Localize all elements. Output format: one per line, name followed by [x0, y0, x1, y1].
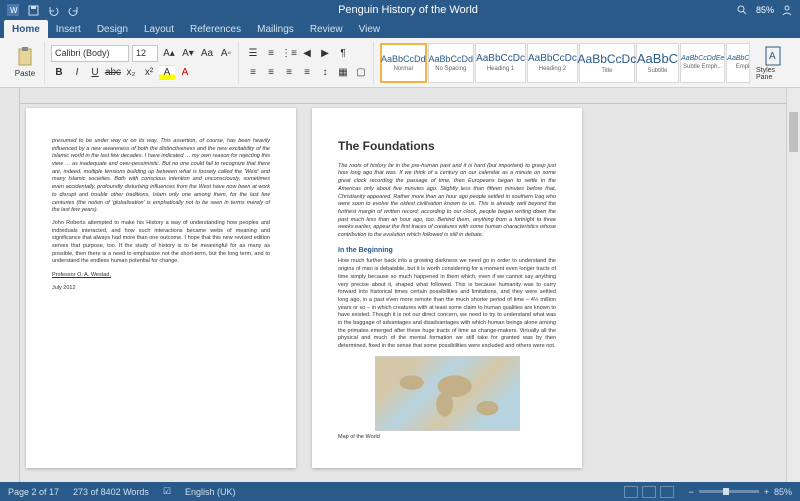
world-map-image [375, 356, 520, 431]
tab-review[interactable]: Review [302, 20, 351, 38]
document-title: Penguin History of the World [80, 4, 736, 16]
word-app-icon: W [6, 3, 20, 17]
bold-button[interactable]: B [51, 65, 67, 81]
print-layout-button[interactable] [642, 486, 656, 498]
style-normal[interactable]: AaBbCcDdNormal [380, 43, 427, 83]
tab-design[interactable]: Design [89, 20, 136, 38]
shading-button[interactable]: ▦ [335, 64, 351, 80]
font-size-select[interactable]: 12 [132, 45, 158, 62]
tab-mailings[interactable]: Mailings [249, 20, 302, 38]
zoom-out-button[interactable]: − [688, 487, 693, 497]
zoom-percent[interactable]: 85% [774, 487, 792, 497]
scrollbar-thumb[interactable] [789, 112, 798, 152]
increase-indent-button[interactable]: ▶ [317, 45, 333, 61]
font-color-button[interactable]: A [177, 65, 193, 81]
document-workspace: presumed to be under way or on its way. … [0, 88, 800, 482]
style-title[interactable]: AaBbCcDcTitle [579, 43, 635, 83]
status-word-count[interactable]: 273 of 8402 Words [73, 487, 149, 497]
signature-date: July 2012 [52, 285, 270, 293]
style-heading-1[interactable]: AaBbCcDcHeading 1 [475, 43, 526, 83]
undo-icon[interactable] [46, 3, 60, 17]
style-subtle-emphasis[interactable]: AaBbCcDdEeSubtle Emph... [680, 43, 725, 83]
svg-text:W: W [10, 6, 18, 15]
search-icon[interactable] [736, 3, 750, 17]
tab-insert[interactable]: Insert [48, 20, 89, 38]
align-center-button[interactable]: ≡ [263, 64, 279, 80]
style-heading-2[interactable]: AaBbCcDcHeading 2 [527, 43, 578, 83]
bullets-button[interactable]: ☰ [245, 45, 261, 61]
status-bar: Page 2 of 17 273 of 8402 Words ☑ English… [0, 482, 800, 501]
styles-gallery: AaBbCcDdNormal AaBbCcDdNo Spacing AaBbCc… [376, 42, 750, 84]
numbering-button[interactable]: ≡ [263, 45, 279, 61]
web-layout-button[interactable] [660, 486, 674, 498]
justify-button[interactable]: ≡ [299, 64, 315, 80]
tab-references[interactable]: References [182, 20, 249, 38]
tab-view[interactable]: View [351, 20, 389, 38]
status-language[interactable]: English (UK) [185, 487, 236, 497]
paste-label: Paste [15, 69, 35, 78]
highlight-button[interactable]: A [159, 65, 175, 81]
page-right[interactable]: The Foundations The roots of history lie… [312, 108, 582, 468]
page-left-para2: John Roberts attempted to make his Histo… [52, 220, 270, 266]
underline-button[interactable]: U [87, 65, 103, 81]
svg-text:A: A [769, 51, 776, 62]
vertical-ruler [0, 88, 20, 482]
title-bar: W Penguin History of the World 85% [0, 0, 800, 20]
zoom-in-button[interactable]: + [764, 487, 769, 497]
zoom-slider[interactable] [699, 490, 759, 493]
vertical-scrollbar[interactable] [786, 88, 800, 482]
italic-button[interactable]: I [69, 65, 85, 81]
signature-name: Professor O. A. Westad, [52, 272, 270, 280]
section-heading: In the Beginning [338, 246, 556, 256]
align-right-button[interactable]: ≡ [281, 64, 297, 80]
user-icon[interactable] [780, 3, 794, 17]
page-right-lead: The roots of history lie in the pre-huma… [338, 163, 556, 240]
borders-button[interactable]: ▢ [353, 64, 369, 80]
zoom-control: − + 85% [688, 487, 792, 497]
show-hide-button[interactable]: ¶ [335, 45, 351, 61]
change-case-icon[interactable]: Aa [199, 45, 215, 61]
decrease-font-icon[interactable]: A▾ [180, 45, 196, 61]
multilevel-list-button[interactable]: ⋮≡ [281, 45, 297, 61]
spellcheck-icon[interactable]: ☑ [163, 486, 171, 497]
line-spacing-button[interactable]: ↕ [317, 64, 333, 80]
page-left[interactable]: presumed to be under way or on its way. … [26, 108, 296, 468]
style-no-spacing[interactable]: AaBbCcDdNo Spacing [428, 43, 475, 83]
menu-bar: Home Insert Design Layout References Mai… [0, 20, 800, 38]
font-name-select[interactable]: Calibri (Body) [51, 45, 129, 62]
paste-button[interactable]: Paste [10, 43, 40, 83]
titlebar-zoom-indicator: 85% [756, 5, 774, 15]
ribbon: Paste Calibri (Body) 12 A▴ A▾ Aa A◦ B I … [0, 38, 800, 88]
decrease-indent-button[interactable]: ◀ [299, 45, 315, 61]
align-left-button[interactable]: ≡ [245, 64, 261, 80]
view-mode-buttons [624, 486, 674, 498]
increase-font-icon[interactable]: A▴ [161, 45, 177, 61]
page-right-body: How much further back into a growing dar… [338, 258, 556, 350]
horizontal-ruler [20, 88, 786, 104]
strikethrough-button[interactable]: abc [105, 65, 121, 81]
read-mode-button[interactable] [624, 486, 638, 498]
save-icon[interactable] [26, 3, 40, 17]
styles-pane-button[interactable]: A Styles Pane [756, 45, 790, 81]
style-emphasis[interactable]: AaBbCcDdEeEmphasis [726, 43, 750, 83]
redo-icon[interactable] [66, 3, 80, 17]
superscript-button[interactable]: x² [141, 65, 157, 81]
status-page-info[interactable]: Page 2 of 17 [8, 487, 59, 497]
tab-layout[interactable]: Layout [136, 20, 182, 38]
tab-home[interactable]: Home [4, 20, 48, 38]
clear-formatting-icon[interactable]: A◦ [218, 45, 234, 61]
chapter-title: The Foundations [338, 138, 556, 155]
map-caption: Map of the World [338, 434, 556, 442]
style-subtitle[interactable]: AaBbCSubtitle [636, 43, 679, 83]
subscript-button[interactable]: x₂ [123, 65, 139, 81]
page-left-para1: presumed to be under way or on its way. … [52, 138, 270, 215]
